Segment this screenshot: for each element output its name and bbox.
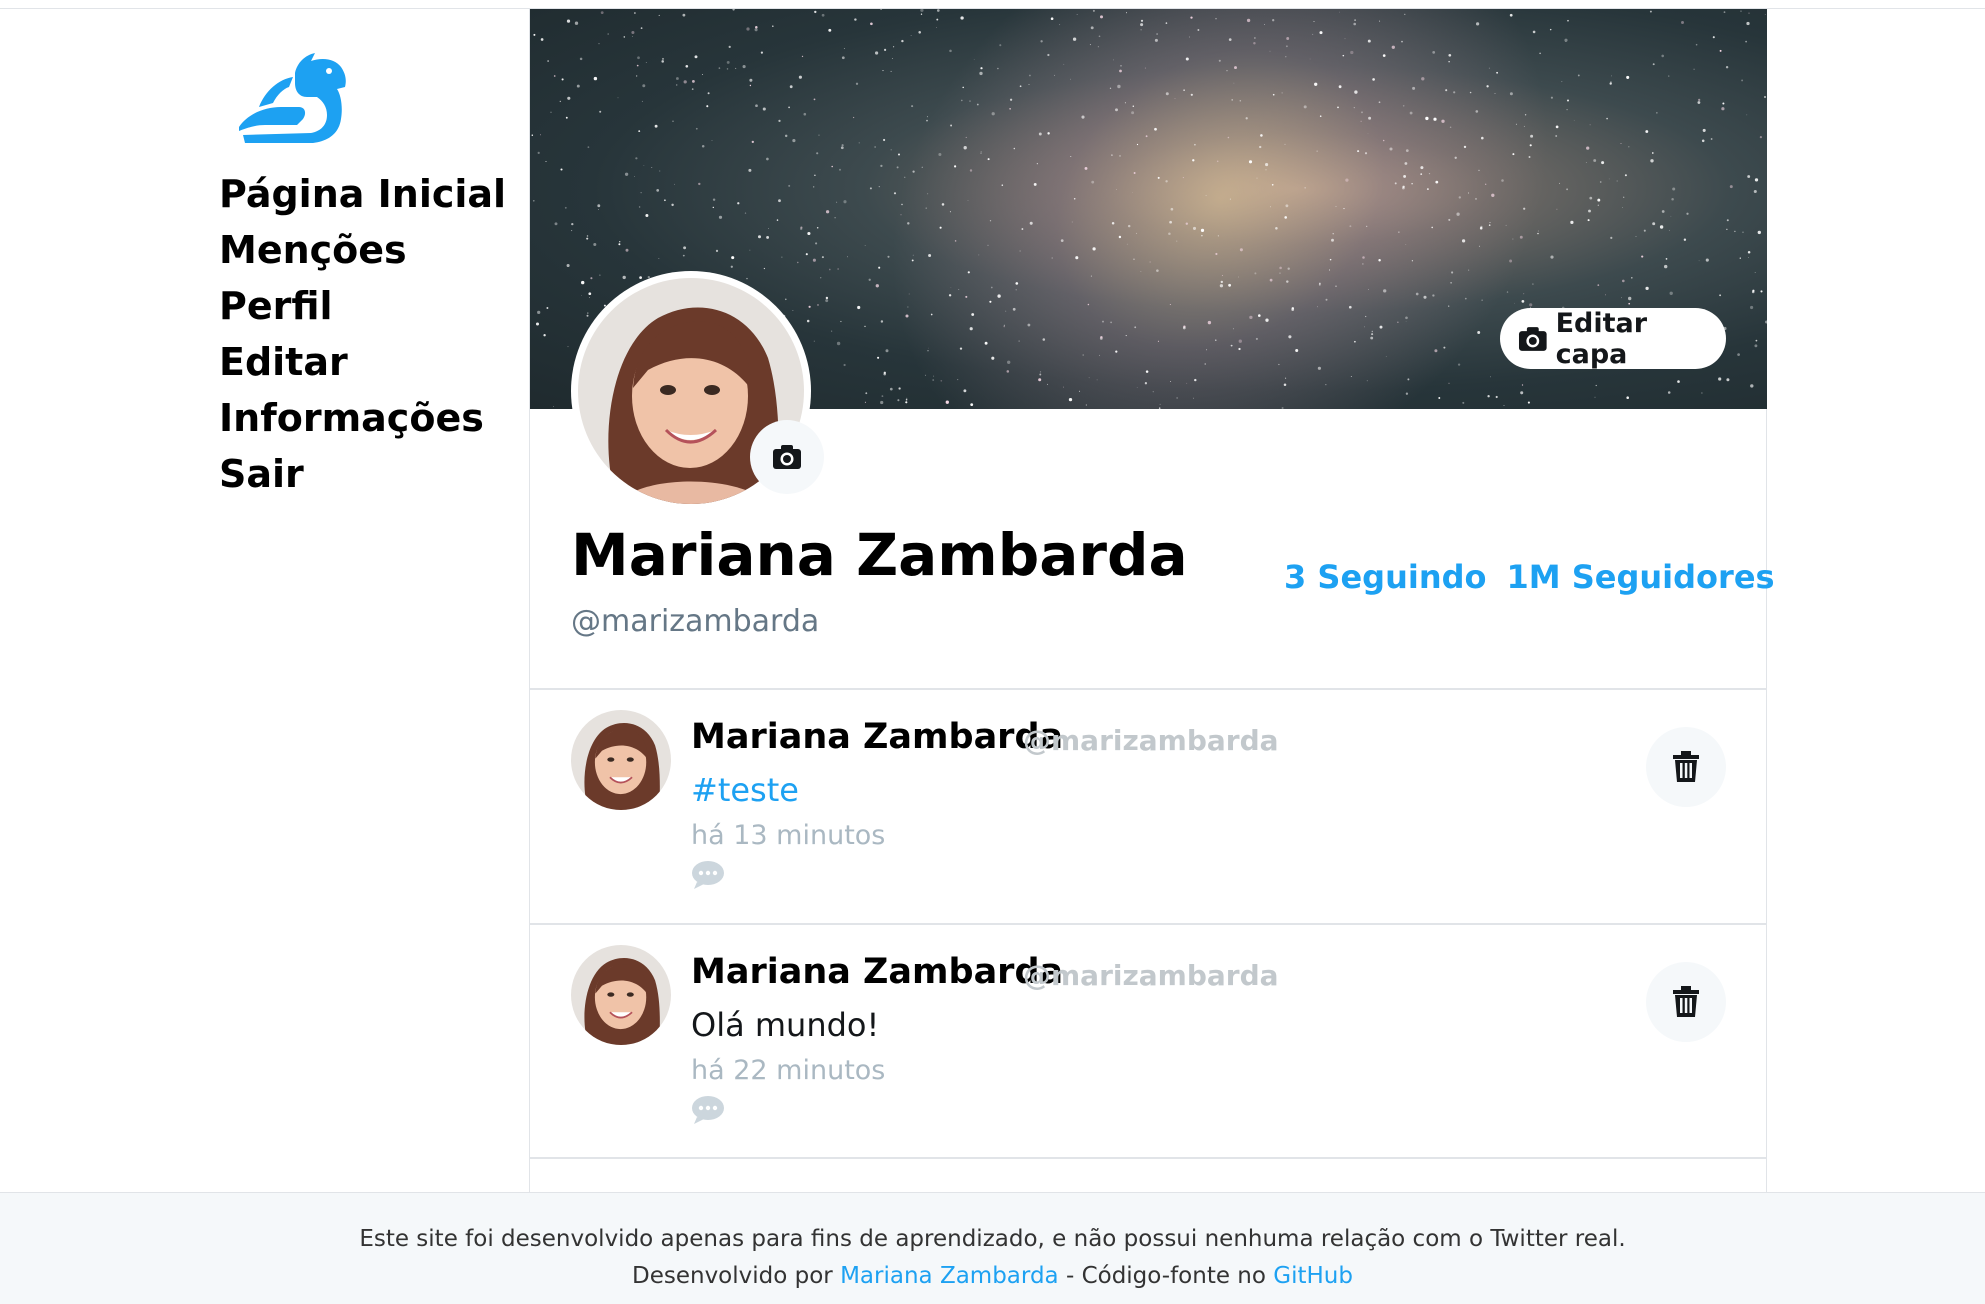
tweet-text: Olá mundo!	[691, 1006, 880, 1044]
footer-credits-middle: - Código-fonte no	[1065, 1263, 1266, 1289]
footer-credits-prefix: Desenvolvido por	[632, 1263, 833, 1289]
delete-tweet-button[interactable]	[1646, 727, 1726, 807]
tweet-time: há 22 minutos	[691, 1055, 886, 1086]
dragon-logo-icon[interactable]	[237, 49, 357, 149]
tweet-author-handle: @marizambarda	[1023, 959, 1279, 992]
author-link[interactable]: Mariana Zambarda	[840, 1263, 1059, 1289]
followers-link[interactable]: 1M Seguidores	[1506, 558, 1774, 596]
tweet: Mariana Zambarda @marizambarda #teste há…	[530, 690, 1766, 923]
camera-icon	[773, 445, 801, 469]
nav-item-profile[interactable]: Perfil	[219, 278, 506, 334]
nav-item-home[interactable]: Página Inicial	[219, 166, 506, 222]
divider	[529, 1157, 1767, 1159]
nav-item-logout[interactable]: Sair	[219, 446, 506, 502]
main-nav: Página Inicial Menções Perfil Editar Inf…	[219, 166, 506, 502]
tweet-author-name[interactable]: Mariana Zambarda	[691, 717, 1063, 757]
edit-cover-button[interactable]: Editar capa	[1500, 307, 1726, 370]
profile-name: Mariana Zambarda	[571, 521, 1188, 589]
profile-stats: 3 Seguindo 1M Seguidores	[1284, 558, 1775, 596]
camera-icon	[1518, 326, 1547, 351]
comment-icon[interactable]	[691, 860, 725, 890]
tweet-author-handle: @marizambarda	[1023, 724, 1279, 757]
github-link[interactable]: GitHub	[1273, 1263, 1353, 1289]
comment-icon[interactable]	[691, 1095, 725, 1125]
nav-item-edit[interactable]: Editar	[219, 334, 506, 390]
top-border	[0, 0, 1985, 9]
trash-icon	[1673, 986, 1699, 1017]
nav-item-mentions[interactable]: Menções	[219, 222, 506, 278]
tweet-author-name[interactable]: Mariana Zambarda	[691, 952, 1063, 992]
tweet: Mariana Zambarda @marizambarda Olá mundo…	[530, 925, 1766, 1158]
trash-icon	[1673, 751, 1699, 782]
avatar[interactable]	[571, 710, 671, 810]
footer-disclaimer: Este site foi desenvolvido apenas para f…	[359, 1226, 1626, 1252]
profile-handle: @marizambarda	[571, 604, 820, 639]
delete-tweet-button[interactable]	[1646, 962, 1726, 1042]
change-avatar-button[interactable]	[750, 420, 824, 494]
tweet-time: há 13 minutos	[691, 820, 886, 851]
footer-credits: Desenvolvido por Mariana Zambarda - Códi…	[0, 1258, 1985, 1295]
footer: Este site foi desenvolvido apenas para f…	[0, 1192, 1985, 1304]
avatar[interactable]	[571, 945, 671, 1045]
following-link[interactable]: 3 Seguindo	[1284, 558, 1486, 596]
tweet-text[interactable]: #teste	[691, 771, 799, 809]
nav-item-info[interactable]: Informações	[219, 390, 506, 446]
edit-cover-label: Editar capa	[1555, 307, 1648, 370]
